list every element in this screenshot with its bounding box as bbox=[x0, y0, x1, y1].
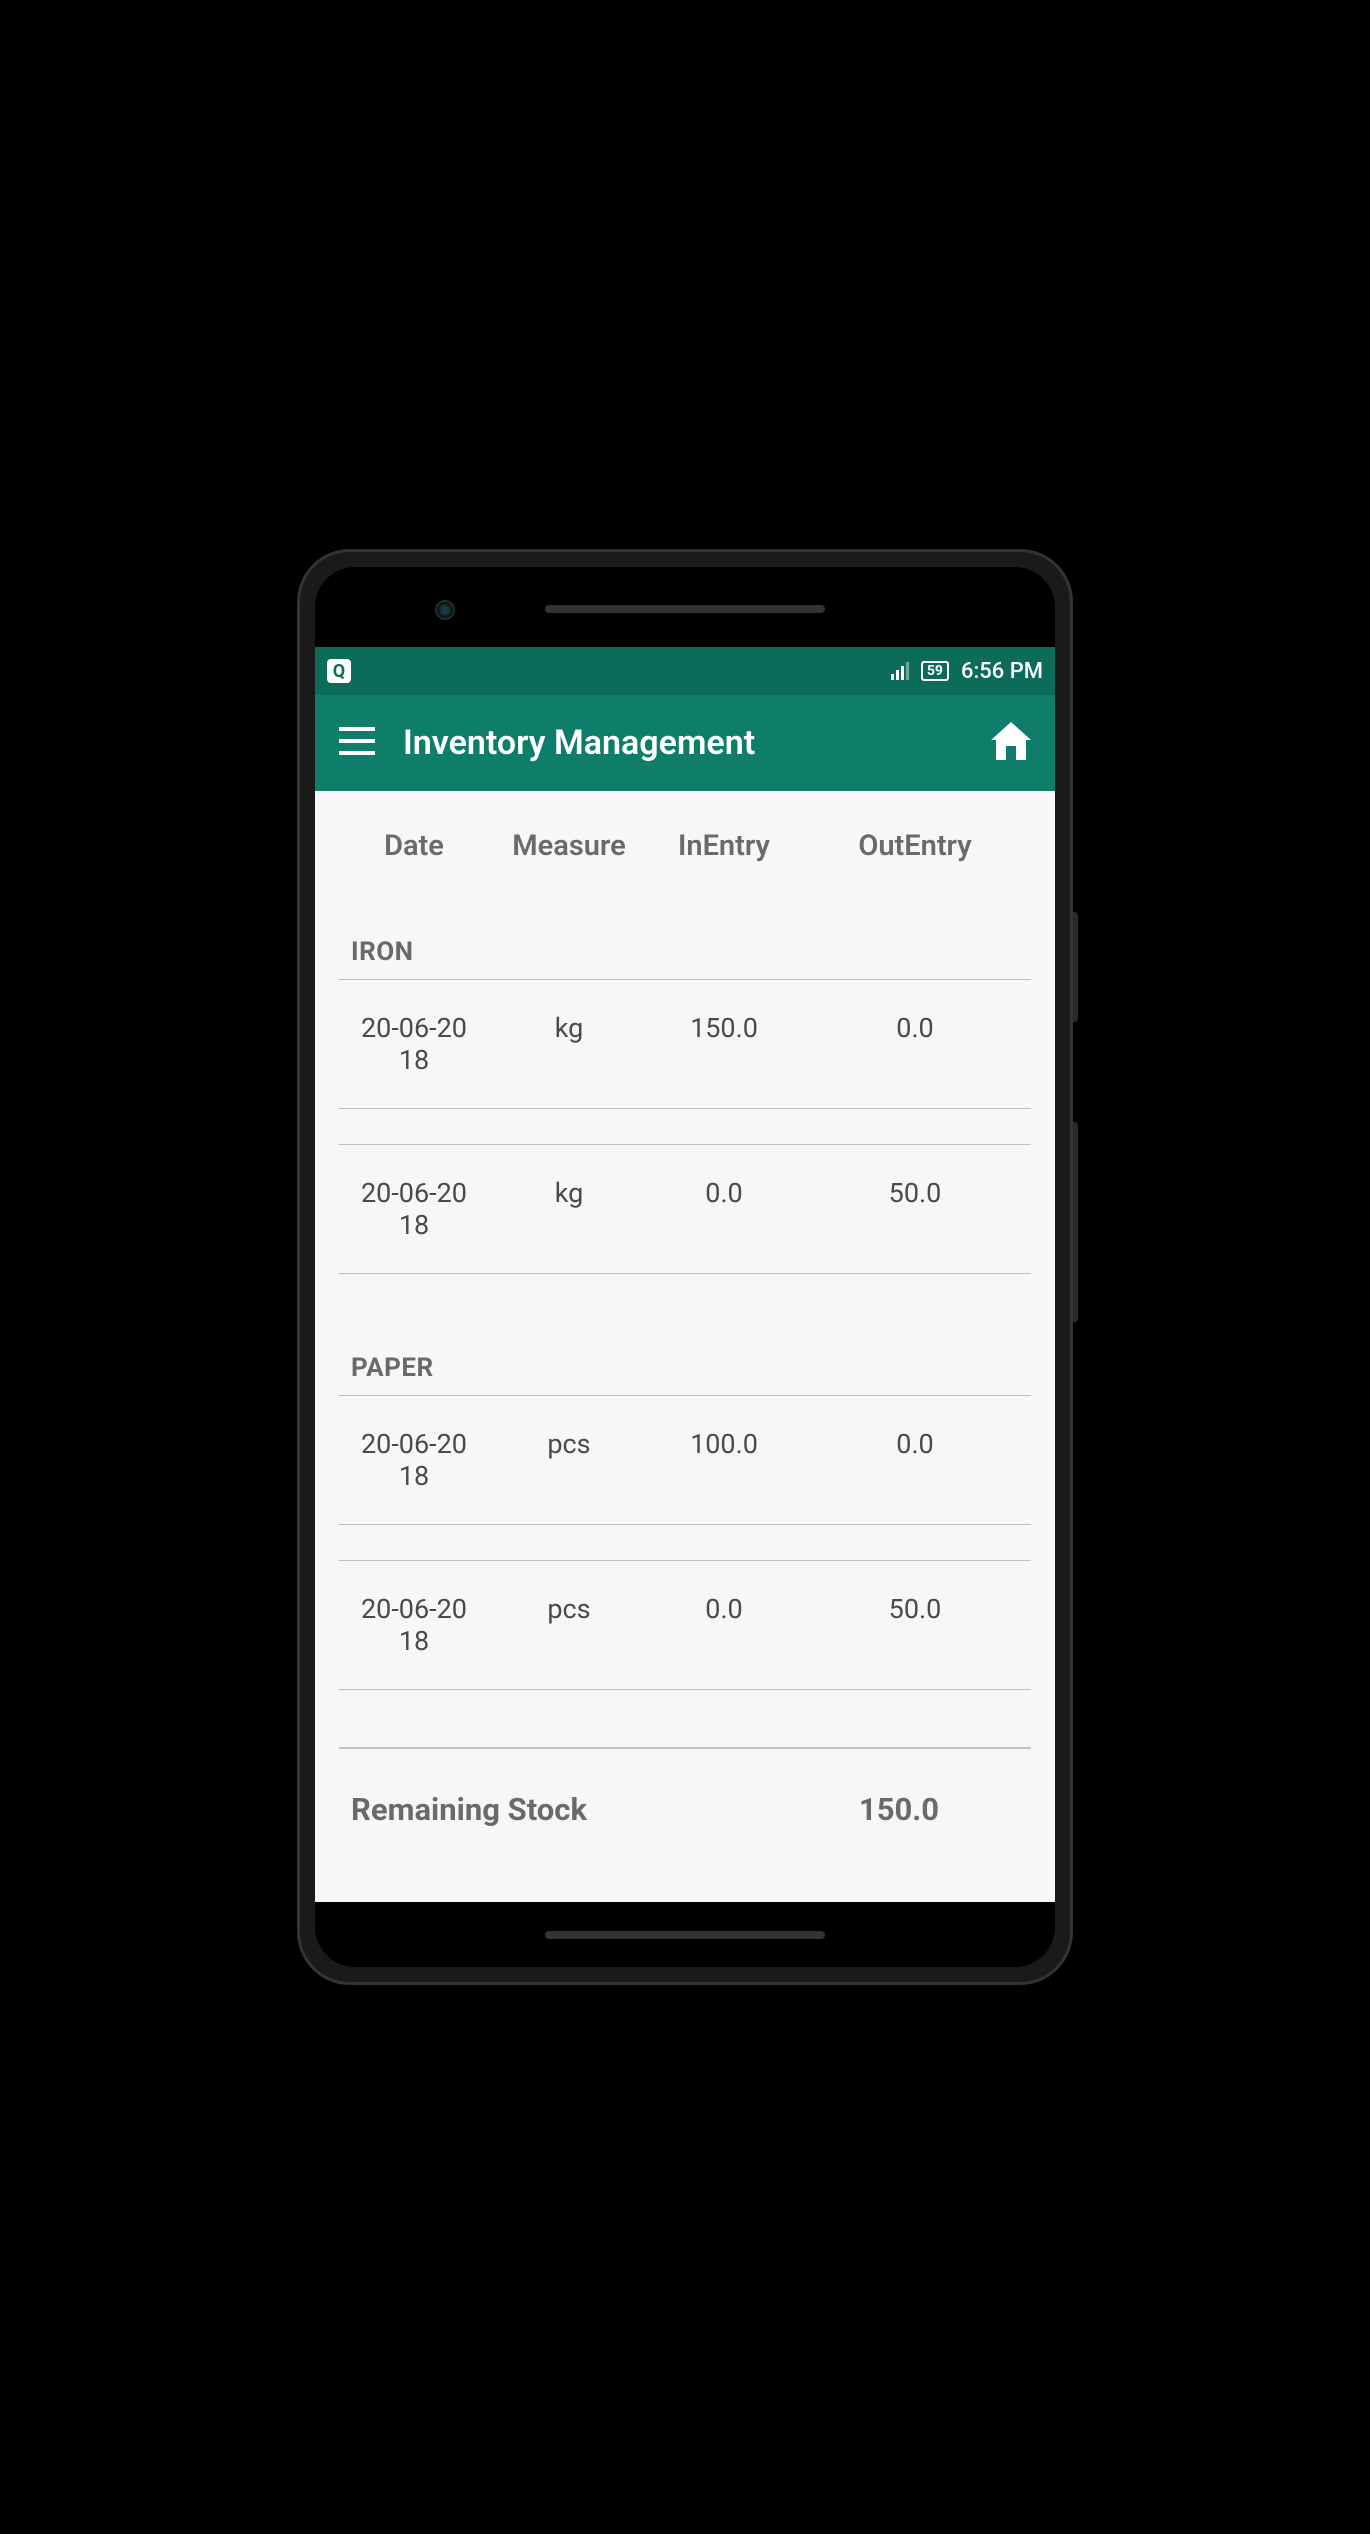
remaining-label: Remaining Stock bbox=[351, 1791, 779, 1828]
group-label-paper: PAPER bbox=[339, 1309, 1031, 1395]
cell-in: 150.0 bbox=[649, 1012, 799, 1044]
header-out-entry: OutEntry bbox=[799, 829, 1031, 863]
content-area: Date Measure InEntry OutEntry IRON 20-06… bbox=[315, 791, 1055, 1902]
cell-out: 0.0 bbox=[799, 1428, 1031, 1460]
cell-in: 0.0 bbox=[649, 1177, 799, 1209]
cell-in: 0.0 bbox=[649, 1593, 799, 1625]
remaining-stock-row: Remaining Stock 150.0 bbox=[339, 1747, 1031, 1870]
group-label-iron: IRON bbox=[339, 893, 1031, 979]
cell-in: 100.0 bbox=[649, 1428, 799, 1460]
signal-icon bbox=[891, 662, 913, 680]
table-row[interactable]: 20-06-2018 kg 0.0 50.0 bbox=[339, 1144, 1031, 1273]
table-header-row: Date Measure InEntry OutEntry bbox=[339, 791, 1031, 893]
app-title: Inventory Management bbox=[403, 723, 963, 763]
cell-out: 50.0 bbox=[799, 1177, 1031, 1209]
remaining-value: 150.0 bbox=[779, 1791, 1019, 1828]
cell-out: 50.0 bbox=[799, 1593, 1031, 1625]
header-in-entry: InEntry bbox=[649, 829, 799, 863]
cell-date: 20-06-2018 bbox=[339, 1593, 489, 1657]
header-measure: Measure bbox=[489, 829, 649, 863]
table-row[interactable]: 20-06-2018 pcs 100.0 0.0 bbox=[339, 1395, 1031, 1524]
cell-measure: kg bbox=[489, 1012, 649, 1044]
notification-icon: Q bbox=[327, 659, 351, 683]
app-bar: Inventory Management bbox=[315, 695, 1055, 791]
cell-measure: pcs bbox=[489, 1428, 649, 1460]
clock-time: 6:56 PM bbox=[961, 659, 1043, 684]
home-icon[interactable] bbox=[991, 722, 1031, 764]
cell-date: 20-06-2018 bbox=[339, 1428, 489, 1492]
cell-measure: kg bbox=[489, 1177, 649, 1209]
status-bar: Q 59 6:56 PM bbox=[315, 647, 1055, 695]
table-row[interactable]: 20-06-2018 pcs 0.0 50.0 bbox=[339, 1560, 1031, 1689]
cell-measure: pcs bbox=[489, 1593, 649, 1625]
cell-out: 0.0 bbox=[799, 1012, 1031, 1044]
menu-icon[interactable] bbox=[339, 727, 375, 759]
cell-date: 20-06-2018 bbox=[339, 1012, 489, 1076]
cell-date: 20-06-2018 bbox=[339, 1177, 489, 1241]
table-row[interactable]: 20-06-2018 kg 150.0 0.0 bbox=[339, 979, 1031, 1108]
header-date: Date bbox=[339, 829, 489, 863]
battery-indicator: 59 bbox=[921, 661, 949, 681]
